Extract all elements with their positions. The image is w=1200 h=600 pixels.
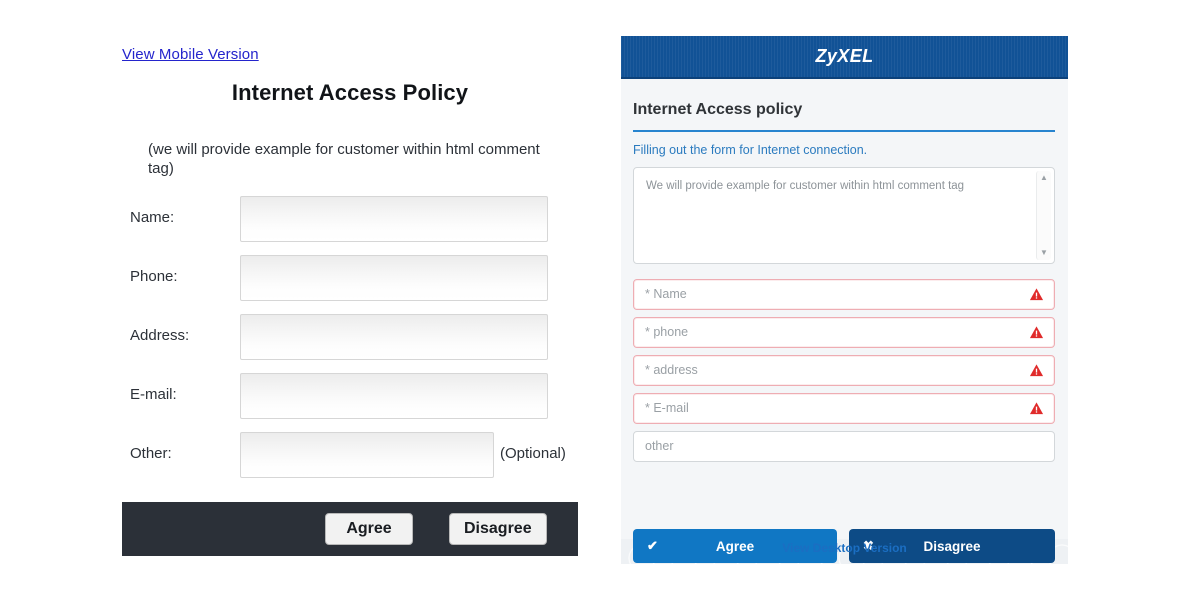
textarea-scrollbar[interactable]: ▲ ▼ — [1036, 171, 1051, 260]
mobile-version-panel: ZyXEL Internet Access policy Filling out… — [621, 36, 1068, 564]
email-label: E-mail: — [130, 386, 177, 403]
form-row-name: Name: — [122, 196, 578, 246]
mobile-address-input[interactable]: * address — [633, 355, 1055, 386]
email-input[interactable] — [240, 373, 548, 419]
other-input[interactable] — [240, 432, 494, 478]
mobile-header-bar: ZyXEL — [621, 36, 1068, 79]
warning-triangle-icon — [1029, 287, 1044, 302]
desktop-version-panel: View Mobile Version Internet Access Poli… — [122, 36, 578, 556]
mobile-address-placeholder: * address — [645, 363, 698, 377]
mobile-instruction-text: Filling out the form for Internet connec… — [633, 143, 867, 157]
policy-textarea-text: We will provide example for customer wit… — [646, 179, 1026, 194]
other-label: Other: — [130, 445, 172, 462]
mobile-phone-placeholder: * phone — [645, 325, 688, 339]
mobile-name-placeholder: * Name — [645, 287, 687, 301]
form-row-phone: Phone: — [122, 255, 578, 305]
address-input[interactable] — [240, 314, 548, 360]
mobile-other-placeholder: other — [645, 439, 674, 453]
phone-input[interactable] — [240, 255, 548, 301]
mobile-email-placeholder: * E-mail — [645, 401, 689, 415]
scroll-up-arrow-icon[interactable]: ▲ — [1037, 173, 1051, 183]
warning-triangle-icon — [1029, 325, 1044, 340]
form-row-other: Other: (Optional) — [122, 432, 578, 482]
warning-triangle-icon — [1029, 401, 1044, 416]
mobile-other-input[interactable]: other — [633, 431, 1055, 462]
mobile-page-title: Internet Access policy — [633, 101, 802, 119]
other-optional-hint: (Optional) — [500, 445, 566, 462]
mobile-content-area: Internet Access policy Filling out the f… — [621, 79, 1068, 539]
scroll-down-arrow-icon[interactable]: ▼ — [1037, 248, 1051, 258]
desktop-disagree-button[interactable]: Disagree — [449, 513, 547, 545]
warning-triangle-icon — [1029, 363, 1044, 378]
mobile-phone-input[interactable]: * phone — [633, 317, 1055, 348]
zyxel-logo: ZyXEL — [621, 46, 1068, 67]
name-input[interactable] — [240, 196, 548, 242]
address-label: Address: — [130, 327, 189, 344]
heading-divider — [633, 130, 1055, 132]
desktop-agree-button[interactable]: Agree — [325, 513, 413, 545]
policy-textarea[interactable]: We will provide example for customer wit… — [633, 167, 1055, 264]
form-row-address: Address: — [122, 314, 578, 364]
view-desktop-version-link[interactable]: View Desktop Version — [621, 541, 1068, 555]
name-label: Name: — [130, 209, 174, 226]
mobile-name-input[interactable]: * Name — [633, 279, 1055, 310]
form-note: (we will provide example for customer wi… — [148, 140, 548, 178]
form-row-email: E-mail: — [122, 373, 578, 423]
desktop-footer-bar: Agree Disagree — [122, 502, 578, 556]
mobile-email-input[interactable]: * E-mail — [633, 393, 1055, 424]
phone-label: Phone: — [130, 268, 178, 285]
view-mobile-version-link[interactable]: View Mobile Version — [122, 46, 259, 63]
page-title: Internet Access Policy — [122, 80, 578, 106]
